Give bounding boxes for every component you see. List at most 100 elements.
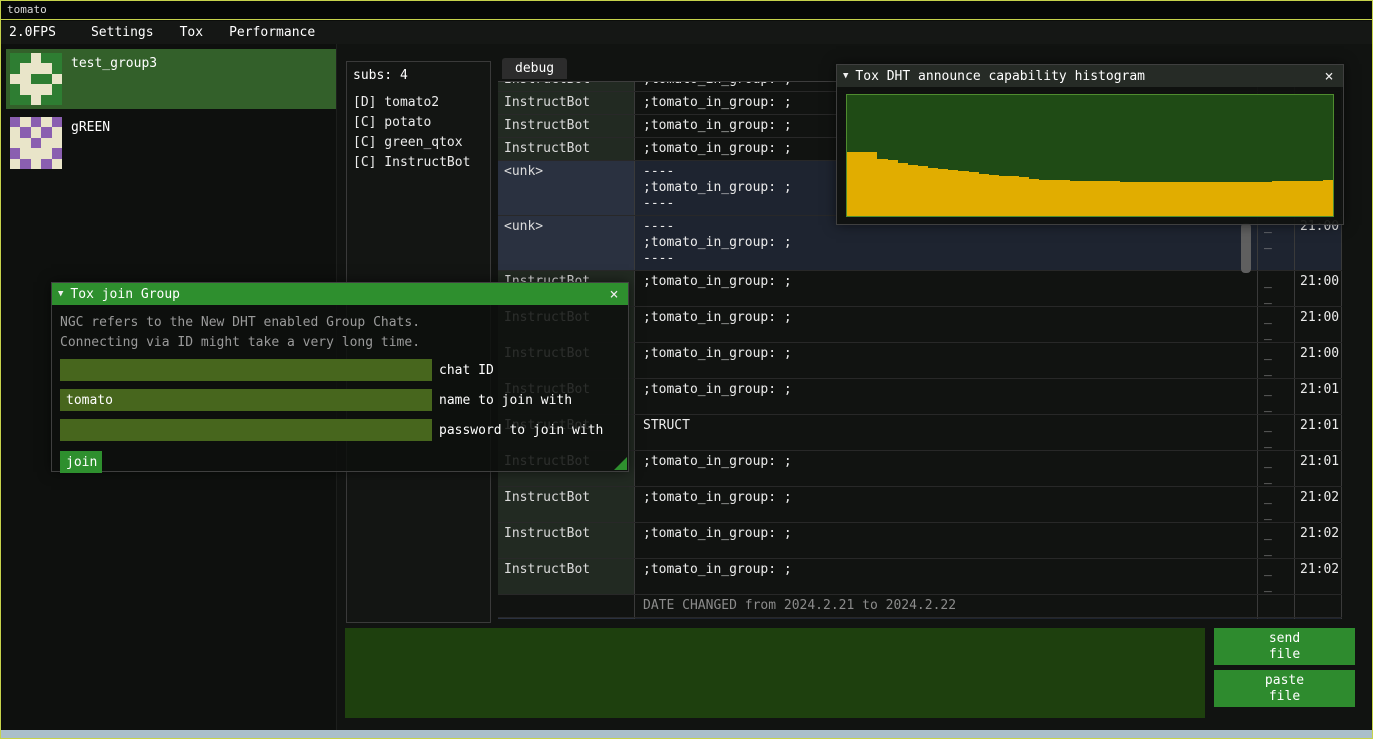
subs-count: subs: 4 [353, 68, 484, 83]
menu-settings[interactable]: Settings [78, 23, 167, 42]
histogram-bar [938, 169, 948, 216]
menu-tox[interactable]: Tox [167, 23, 216, 42]
join-name-input[interactable] [60, 389, 432, 411]
histogram-bar [857, 152, 867, 216]
histogram-bar [1120, 182, 1130, 216]
histogram-bar [1009, 176, 1019, 216]
message-sender: InstructBot [498, 138, 635, 160]
message-sender: InstructBot [498, 82, 635, 91]
histogram-window-titlebar[interactable]: ▼ Tox DHT announce capability histogram … [837, 65, 1343, 87]
paste-file-button[interactable]: paste file [1214, 670, 1355, 707]
menu-performance[interactable]: Performance [216, 23, 328, 42]
collapse-icon[interactable]: ▼ [843, 71, 848, 81]
histogram-bar [1019, 177, 1029, 216]
message-row[interactable]: InstructBot;tomato_in_group: ;_ _21:02 [498, 487, 1342, 523]
subs-list-item[interactable]: [C] green_qtox [353, 133, 484, 153]
histogram-window-title: Tox DHT announce capability histogram [855, 69, 1145, 84]
message-input[interactable] [345, 628, 1205, 718]
histogram-bar [908, 165, 918, 216]
scrollbar[interactable] [1241, 223, 1251, 273]
chat-id-label: chat ID [439, 363, 494, 378]
menu-bar: 2.0FPS Settings Tox Performance [1, 21, 1372, 44]
histogram-bar [1110, 181, 1120, 216]
message-row[interactable]: InstructBot;tomato_in_group: ;_ _21:02 [498, 559, 1342, 595]
histogram-bar [1282, 181, 1292, 216]
join-password-input[interactable] [60, 419, 432, 441]
histogram-bar [1050, 180, 1060, 216]
chat-id-input[interactable] [60, 359, 432, 381]
message-flags: _ _ [1257, 307, 1294, 342]
collapse-icon[interactable]: ▼ [58, 289, 63, 299]
message-flags: _ _ [1257, 559, 1294, 594]
histogram-bar [1080, 181, 1090, 216]
histogram-bar [918, 166, 928, 216]
group-name: gREEN [71, 117, 110, 169]
resize-grip[interactable] [614, 457, 627, 470]
message-sender: InstructBot [498, 523, 635, 558]
tab-debug[interactable]: debug [502, 58, 567, 79]
histogram-bar [928, 168, 938, 216]
message-row[interactable]: InstructBot;tomato_in_group: ;_ _21:02 [498, 523, 1342, 559]
fps-counter: 2.0FPS [9, 25, 56, 40]
histogram-bar [888, 160, 898, 216]
message-text: ;tomato_in_group: ; [635, 559, 1257, 594]
join-button[interactable]: join [60, 451, 102, 473]
avatar [10, 117, 62, 169]
join-window-body: NGC refers to the New DHT enabled Group … [52, 305, 628, 471]
subs-list-item[interactable]: [D] tomato2 [353, 93, 484, 113]
message-text: ;tomato_in_group: ; [635, 271, 1257, 306]
join-window-titlebar[interactable]: ▼ Tox join Group × [52, 283, 628, 305]
histogram-bar [1171, 182, 1181, 216]
message-flags [1257, 595, 1294, 617]
histogram-bar [1161, 182, 1171, 216]
message-sender: InstructBot [498, 92, 635, 114]
app-window: tomato 2.0FPS Settings Tox Performance t… [0, 0, 1373, 739]
histogram-bar [898, 163, 908, 216]
message-time: 21:00 [1294, 343, 1342, 378]
histogram-bar [1039, 180, 1049, 216]
histogram-bar [1029, 179, 1039, 217]
histogram-plot [846, 94, 1334, 217]
histogram-bar [969, 172, 979, 216]
message-sender: <unk> [498, 618, 635, 619]
join-password-label: password to join with [439, 423, 603, 438]
message-time: 23:38 [1294, 618, 1342, 619]
subs-list-item[interactable]: [C] InstructBot [353, 153, 484, 173]
close-icon[interactable]: × [1321, 67, 1337, 85]
histogram-bar [1131, 182, 1141, 216]
message-flags: _ _ [1257, 415, 1294, 450]
sidebar-item-gREEN[interactable]: gREEN [6, 113, 336, 173]
subs-list-item[interactable]: [C] potato [353, 113, 484, 133]
histogram-bar [1262, 182, 1272, 216]
join-info-line1: NGC refers to the New DHT enabled Group … [60, 313, 620, 333]
histogram-bar [1252, 182, 1262, 216]
close-icon[interactable]: × [606, 285, 622, 303]
message-time: 21:00 [1294, 271, 1342, 306]
message-text: DATE CHANGED from 2024.2.21 to 2024.2.22 [635, 595, 1257, 617]
message-sender: <unk> [498, 216, 635, 270]
histogram-bar [1191, 182, 1201, 216]
histogram-bar [979, 174, 989, 216]
histogram-bar [1242, 182, 1252, 216]
histogram-bar [1141, 182, 1151, 216]
histogram-bar [877, 159, 887, 216]
message-time [1294, 595, 1342, 617]
send-file-button[interactable]: send file [1214, 628, 1355, 665]
message-time: 21:01 [1294, 415, 1342, 450]
paste-file-label-line1: paste [1265, 673, 1304, 689]
message-text: ;tomato_in_group: ; [635, 307, 1257, 342]
histogram-bar [948, 170, 958, 216]
message-row[interactable]: DATE CHANGED from 2024.2.21 to 2024.2.22 [498, 595, 1342, 618]
message-time: 21:01 [1294, 379, 1342, 414]
histogram-bar [1212, 182, 1222, 216]
window-titlebar[interactable]: tomato [1, 1, 1372, 20]
histogram-bar [999, 176, 1009, 216]
join-info-line2: Connecting via ID might take a very long… [60, 333, 620, 353]
histogram-bar [1232, 182, 1242, 216]
message-row[interactable]: <unk>testus_ _23:38 [498, 618, 1342, 619]
sidebar-item-test_group3[interactable]: test_group3 [6, 49, 336, 109]
window-bottom-border [1, 730, 1372, 738]
histogram-bar [1303, 181, 1313, 216]
message-text: ;tomato_in_group: ; [635, 451, 1257, 486]
histogram-bar [958, 171, 968, 216]
